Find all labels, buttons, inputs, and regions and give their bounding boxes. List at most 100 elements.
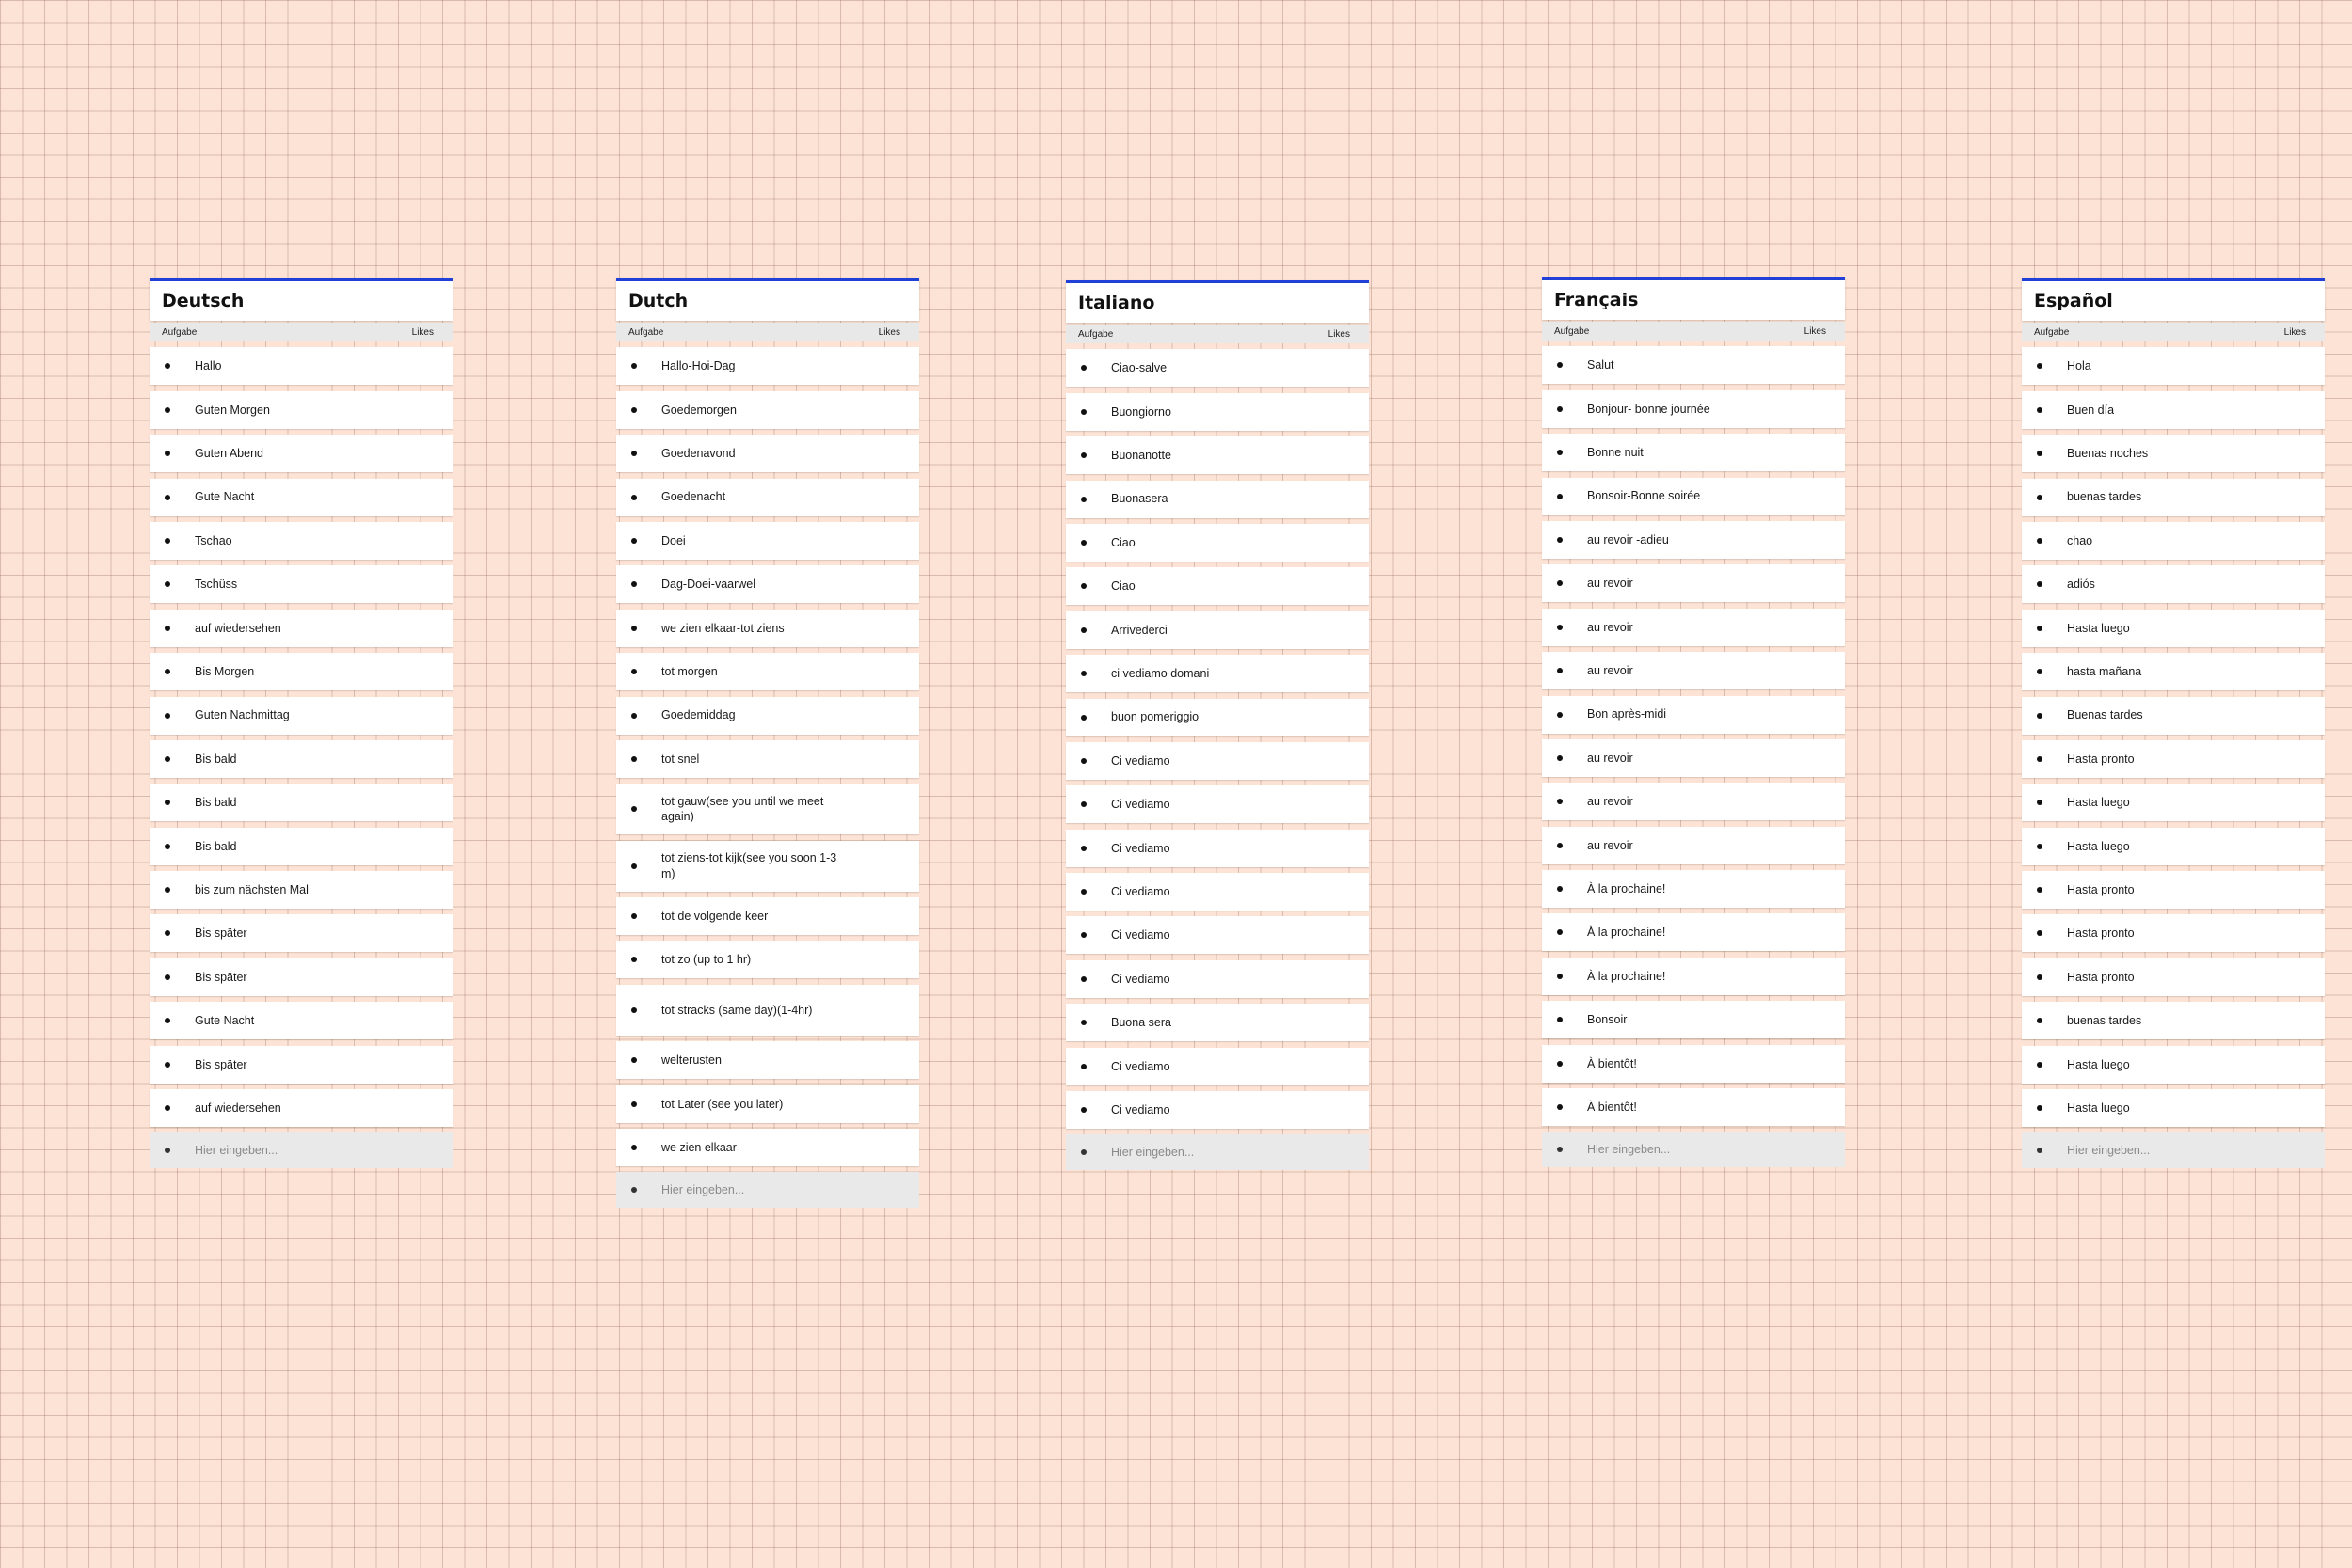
card-item[interactable]: buenas tardes — [2022, 478, 2325, 516]
new-item-input[interactable] — [2067, 1144, 2283, 1158]
card-item[interactable]: Ci vediamo — [1066, 1091, 1369, 1130]
card-item[interactable]: tot gauw(see you until we meet again) — [616, 784, 919, 835]
card-item[interactable]: Tschüss — [150, 565, 453, 604]
card-item[interactable]: tot morgen — [616, 653, 919, 691]
card-item[interactable]: Bon après-midi — [1542, 695, 1845, 734]
card-item[interactable]: Bonsoir — [1542, 1001, 1845, 1039]
board-header[interactable]: Dutch — [616, 278, 919, 321]
card-item[interactable]: Hasta luego — [2022, 609, 2325, 647]
board-header[interactable]: Italiano — [1066, 280, 1369, 323]
card-item[interactable]: au revoir — [1542, 738, 1845, 777]
board-header[interactable]: Español — [2022, 278, 2325, 321]
card-item[interactable]: Buongiorno — [1066, 392, 1369, 431]
card-item[interactable]: Bis bald — [150, 739, 453, 778]
card-item[interactable]: Hasta luego — [2022, 1089, 2325, 1128]
card-item[interactable]: Hasta pronto — [2022, 914, 2325, 953]
card-item[interactable]: Bis später — [150, 958, 453, 996]
card-item[interactable]: Dag-Doei-vaarwel — [616, 565, 919, 604]
card-item[interactable]: Bonne nuit — [1542, 434, 1845, 472]
card-item[interactable]: Ciao — [1066, 567, 1369, 606]
card-item[interactable]: Bis später — [150, 914, 453, 953]
card-item[interactable]: Bonsoir-Bonne soirée — [1542, 477, 1845, 515]
card-item[interactable]: Hallo — [150, 347, 453, 386]
card-item[interactable]: tot de volgende keer — [616, 897, 919, 936]
card-item[interactable]: Buenas tardes — [2022, 696, 2325, 735]
card-item[interactable]: À la prochaine! — [1542, 957, 1845, 995]
card-item[interactable]: Hasta pronto — [2022, 739, 2325, 778]
card-item[interactable]: au revoir — [1542, 826, 1845, 864]
card-item[interactable]: auf wiedersehen — [150, 1089, 453, 1128]
likes-column-label[interactable]: Likes — [879, 327, 900, 338]
card-item[interactable]: buenas tardes — [2022, 1002, 2325, 1040]
card-item[interactable]: Bis bald — [150, 784, 453, 822]
card-item[interactable]: Tschao — [150, 521, 453, 560]
card-item[interactable]: Hasta pronto — [2022, 871, 2325, 910]
card-item[interactable]: tot ziens-tot kijk(see you soon 1-3 m) — [616, 840, 919, 892]
card-item[interactable]: au revoir — [1542, 652, 1845, 690]
likes-column-label[interactable]: Likes — [2284, 327, 2306, 338]
card-item[interactable]: tot zo (up to 1 hr) — [616, 941, 919, 979]
card-item[interactable]: Hasta pronto — [2022, 958, 2325, 996]
card-item[interactable]: Goedenacht — [616, 478, 919, 516]
likes-column-label[interactable]: Likes — [412, 327, 434, 338]
card-item[interactable]: Buenas noches — [2022, 435, 2325, 473]
card-item[interactable]: À la prochaine! — [1542, 913, 1845, 952]
card-item[interactable]: ci vediamo domani — [1066, 655, 1369, 693]
card-item[interactable]: bis zum nächsten Mal — [150, 871, 453, 910]
card-item[interactable]: tot Later (see you later) — [616, 1085, 919, 1123]
card-item[interactable]: Ciao — [1066, 523, 1369, 562]
card-item[interactable]: Bis Morgen — [150, 653, 453, 691]
card-item[interactable]: we zien elkaar-tot ziens — [616, 609, 919, 647]
card-item[interactable]: buon pomeriggio — [1066, 698, 1369, 736]
card-item[interactable]: Gute Nacht — [150, 478, 453, 516]
card-item[interactable]: chao — [2022, 521, 2325, 560]
card-item[interactable]: Hasta luego — [2022, 1045, 2325, 1084]
card-item[interactable]: Gute Nacht — [150, 1002, 453, 1040]
card-item[interactable]: Buonasera — [1066, 480, 1369, 518]
card-item[interactable]: Hallo-Hoi-Dag — [616, 347, 919, 386]
card-item[interactable]: Ci vediamo — [1066, 1047, 1369, 1085]
card-item[interactable]: Hasta luego — [2022, 784, 2325, 822]
card-item[interactable]: welterusten — [616, 1041, 919, 1080]
card-item[interactable]: Goedemiddag — [616, 696, 919, 735]
card-item[interactable]: Guten Abend — [150, 435, 453, 473]
card-item[interactable]: Bonjour- bonne journée — [1542, 389, 1845, 428]
card-item[interactable]: Hola — [2022, 347, 2325, 386]
card-item[interactable]: À la prochaine! — [1542, 870, 1845, 909]
likes-column-label[interactable]: Likes — [1328, 329, 1350, 340]
card-item[interactable]: au revoir — [1542, 564, 1845, 603]
card-item[interactable]: Arrivederci — [1066, 610, 1369, 649]
board-header[interactable]: Deutsch — [150, 278, 453, 321]
card-item[interactable]: tot stracks (same day)(1-4hr) — [616, 984, 919, 1036]
card-item[interactable]: Goedenavond — [616, 435, 919, 473]
card-item[interactable]: Ci vediamo — [1066, 873, 1369, 911]
card-item[interactable]: À bientôt! — [1542, 1044, 1845, 1083]
card-item[interactable]: Buen día — [2022, 390, 2325, 429]
card-item[interactable]: au revoir — [1542, 608, 1845, 646]
card-item[interactable]: Ci vediamo — [1066, 916, 1369, 955]
card-item[interactable]: au revoir -adieu — [1542, 520, 1845, 559]
card-item[interactable]: Doei — [616, 521, 919, 560]
card-item[interactable]: Guten Nachmittag — [150, 696, 453, 735]
card-item[interactable]: Bis später — [150, 1045, 453, 1084]
card-item[interactable]: Hasta luego — [2022, 827, 2325, 865]
card-item[interactable]: Goedemorgen — [616, 390, 919, 429]
new-item-input[interactable] — [195, 1144, 411, 1158]
card-item[interactable]: Ci vediamo — [1066, 741, 1369, 780]
card-item[interactable]: Guten Morgen — [150, 390, 453, 429]
card-item[interactable]: Bis bald — [150, 827, 453, 865]
card-item[interactable]: Ci vediamo — [1066, 785, 1369, 824]
card-item[interactable]: adiós — [2022, 565, 2325, 604]
card-item[interactable]: hasta mañana — [2022, 653, 2325, 691]
card-item[interactable]: we zien elkaar — [616, 1129, 919, 1167]
card-item[interactable]: Ci vediamo — [1066, 959, 1369, 998]
board-header[interactable]: Français — [1542, 277, 1845, 320]
card-item[interactable]: À bientôt! — [1542, 1088, 1845, 1127]
card-item[interactable]: Buonanotte — [1066, 436, 1369, 475]
card-item[interactable]: Buona sera — [1066, 1004, 1369, 1042]
card-item[interactable]: tot snel — [616, 739, 919, 778]
card-item[interactable]: Ciao-salve — [1066, 349, 1369, 388]
card-item[interactable]: au revoir — [1542, 783, 1845, 821]
card-item[interactable]: Ci vediamo — [1066, 829, 1369, 867]
new-item-input[interactable] — [1587, 1143, 1804, 1157]
